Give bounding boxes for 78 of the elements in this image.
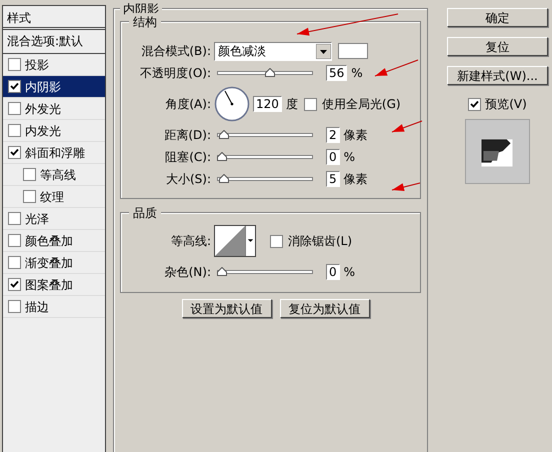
sidebar-item[interactable]: 内发光	[3, 120, 105, 142]
field-label: 大小(S):	[164, 171, 212, 188]
dropdown-arrow-icon[interactable]	[316, 44, 331, 58]
checkbox[interactable]	[8, 212, 21, 225]
number-field[interactable]: 2	[326, 127, 340, 143]
number-field[interactable]: 0	[326, 264, 340, 280]
color-swatch[interactable]	[338, 43, 368, 59]
sidebar-item[interactable]: 等高线	[3, 164, 105, 186]
default-button[interactable]: 设置为默认值	[182, 299, 272, 318]
checkbox-label: 使用全局光(G)	[322, 96, 401, 113]
default-button[interactable]: 复位为默认值	[280, 299, 370, 318]
field-label: 混合模式(B):	[140, 43, 212, 60]
checkbox[interactable]	[270, 234, 283, 248]
checkbox[interactable]	[8, 146, 21, 159]
sidebar-item[interactable]: 渐变叠加	[3, 252, 105, 274]
sidebar-item[interactable]: 光泽	[3, 208, 105, 230]
field-label: 等高线:	[170, 233, 212, 250]
checkbox[interactable]	[8, 58, 21, 71]
slider-thumb[interactable]	[217, 152, 227, 161]
slider-track[interactable]	[217, 150, 313, 164]
slider-track[interactable]	[217, 66, 313, 80]
blend-mode-dropdown[interactable]: 颜色减淡	[214, 42, 332, 60]
group-title: 品质	[129, 204, 161, 222]
number-field[interactable]: 56	[326, 65, 348, 81]
field-label: 角度(A):	[164, 96, 212, 113]
slider-thumb[interactable]	[218, 130, 229, 139]
number-field[interactable]: 120	[253, 96, 282, 112]
sidebar-item[interactable]: 描边	[3, 296, 105, 318]
checkbox[interactable]	[8, 278, 21, 291]
checkbox[interactable]	[8, 300, 21, 313]
sidebar-item[interactable]: 图案叠加	[3, 274, 105, 296]
checkbox-label: 消除锯齿(L)	[288, 233, 352, 250]
checkbox[interactable]	[8, 256, 21, 269]
checkbox[interactable]	[8, 234, 21, 247]
checkbox[interactable]	[304, 98, 317, 110]
annotation-arrow	[374, 60, 418, 76]
sidebar-item[interactable]: 混合选项:默认	[3, 30, 105, 54]
sidebar-item[interactable]: 内阴影	[3, 76, 105, 98]
slider-thumb[interactable]	[265, 68, 276, 77]
field-label: 杂色(N):	[164, 264, 212, 281]
group-title: 结构	[129, 13, 161, 31]
checkbox[interactable]	[8, 124, 21, 137]
checkbox[interactable]	[8, 80, 21, 93]
unit-label: %	[344, 264, 356, 281]
unit-label: 像素	[344, 127, 368, 144]
field-label: 不透明度(O):	[139, 65, 212, 82]
annotation-arrow	[392, 182, 420, 191]
unit-label: %	[351, 65, 363, 82]
annotation-arrow	[392, 120, 422, 132]
number-field[interactable]: 5	[326, 171, 340, 187]
contour-preview-icon	[215, 226, 245, 256]
slider-thumb[interactable]	[217, 267, 227, 276]
sidebar-item[interactable]: 颜色叠加	[3, 230, 105, 252]
sidebar-title: 样式	[3, 6, 105, 30]
checkbox[interactable]	[23, 190, 36, 203]
slider-track[interactable]	[217, 128, 313, 142]
checkbox-label: 预览(V)	[485, 96, 527, 113]
slider-track[interactable]	[217, 265, 313, 279]
ok-button[interactable]: 确定	[447, 8, 548, 27]
checkbox[interactable]	[23, 168, 36, 181]
checkbox[interactable]	[8, 102, 21, 115]
checkbox[interactable]	[468, 98, 482, 110]
slider-track[interactable]	[217, 172, 313, 186]
angle-dial-icon[interactable]	[214, 86, 250, 122]
sidebar-item[interactable]: 外发光	[3, 98, 105, 120]
unit-label: 度	[286, 96, 298, 113]
field-label: 距离(D):	[163, 127, 212, 144]
number-field[interactable]: 0	[326, 149, 340, 165]
new-style-button[interactable]: 新建样式(W)...	[447, 66, 548, 85]
reset-button[interactable]: 复位	[447, 37, 548, 56]
contour-picker[interactable]	[214, 225, 256, 257]
field-label: 阻塞(C):	[164, 149, 212, 166]
unit-label: 像素	[344, 171, 368, 188]
unit-label: %	[344, 149, 356, 166]
sidebar-item[interactable]: 纹理	[3, 186, 105, 208]
sidebar-item[interactable]: 斜面和浮雕	[3, 142, 105, 164]
slider-thumb[interactable]	[218, 174, 229, 183]
style-preview-thumbnail	[465, 119, 530, 184]
